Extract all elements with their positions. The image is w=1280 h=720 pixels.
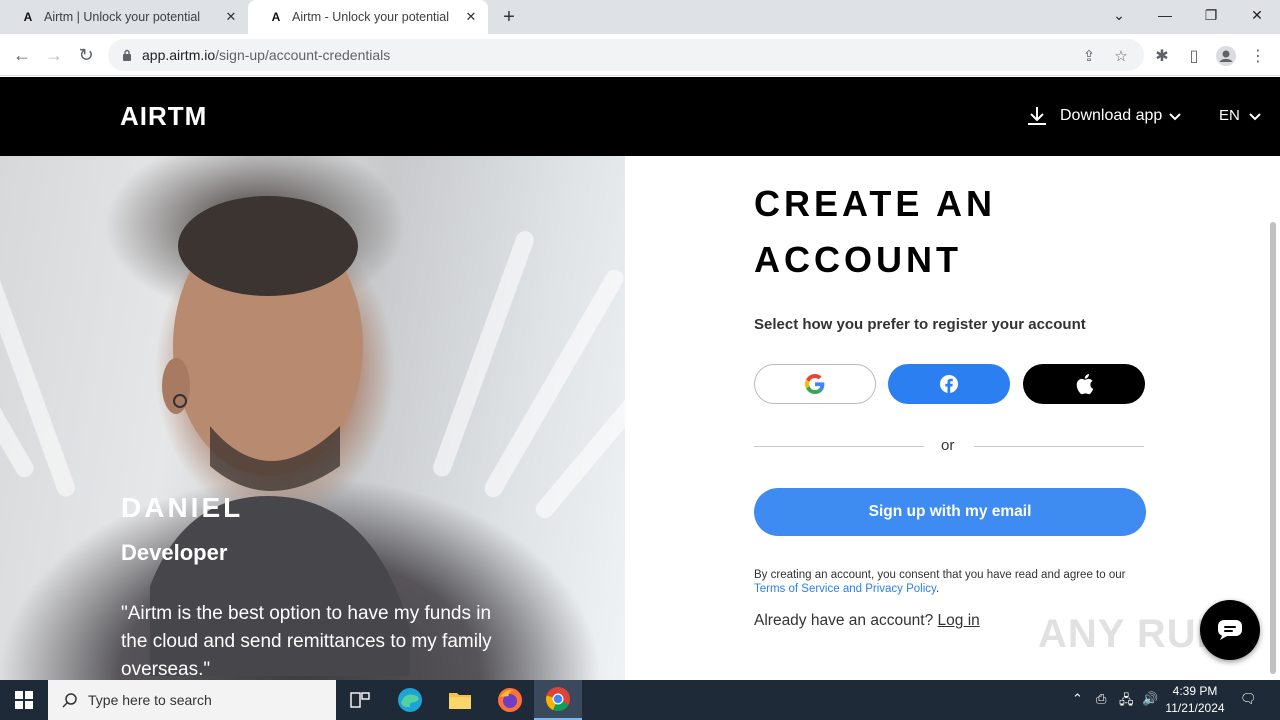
testimonial-quote: "Airtm is the best option to have my fun… (121, 603, 492, 680)
download-icon (1028, 107, 1046, 125)
login-prompt: Already have an account? (754, 612, 934, 629)
bookmark-star-icon[interactable]: ☆ (1112, 47, 1130, 65)
terms-privacy-link[interactable]: Terms of Service and Privacy Policy (754, 583, 936, 595)
divider-text: or (941, 437, 955, 454)
notifications-icon[interactable]: 🗨 (1240, 691, 1257, 707)
apple-icon (1076, 374, 1094, 395)
task-view-icon[interactable] (336, 680, 384, 720)
back-icon[interactable]: ← (9, 42, 35, 68)
page-title: CREATE AN ACCOUNT (754, 183, 996, 280)
consent-prefix: By creating an account, you consent that… (754, 569, 1126, 581)
minimize-button[interactable]: — (1142, 0, 1188, 30)
side-panel-icon[interactable]: ▯ (1184, 46, 1204, 66)
chat-support-button[interactable] (1200, 600, 1260, 660)
tray-device-icon[interactable]: ⎙ (1096, 691, 1106, 707)
extensions-icon[interactable]: ✱ (1152, 46, 1172, 66)
chat-bubble-icon (1218, 620, 1242, 640)
login-link[interactable]: Log in (938, 612, 980, 629)
address-bar[interactable]: app.airtm.io/sign-up/account-credentials… (108, 39, 1144, 71)
url-domain: app.airtm.io (142, 47, 216, 63)
testimonial-role: Developer (121, 540, 228, 565)
forward-icon[interactable]: → (41, 42, 67, 68)
tab-title: Airtm - Unlock your potential (292, 10, 450, 24)
windows-taskbar: Type here to search ⌃ ⎙ 🖧 🔊 4:39 PM 11/2… (0, 680, 1280, 720)
chevron-down-icon (1249, 112, 1261, 120)
page-scrollbar[interactable] (1270, 222, 1276, 674)
edge-icon[interactable] (386, 680, 434, 720)
airtm-favicon-icon: A (271, 10, 281, 24)
language-label: EN (1219, 107, 1240, 124)
volume-icon[interactable]: 🔊 (1142, 691, 1158, 707)
facebook-icon (940, 375, 958, 393)
tab-airtm-1[interactable]: A Airtm | Unlock your potential ✕ (0, 0, 248, 34)
or-divider: or (754, 436, 1146, 456)
taskbar-search[interactable]: Type here to search (48, 680, 336, 720)
profile-avatar-icon[interactable] (1216, 46, 1236, 66)
tray-overflow-icon[interactable]: ⌃ (1072, 691, 1083, 707)
chevron-down-icon (1169, 113, 1182, 121)
download-app-menu[interactable]: Download app (1026, 105, 1194, 127)
tab-search-chevron-icon[interactable]: ⌄ (1096, 0, 1142, 30)
tab-strip: A Airtm | Unlock your potential ✕ A Airt… (0, 0, 1280, 34)
signup-email-button[interactable]: Sign up with my email (754, 488, 1146, 536)
file-explorer-icon[interactable] (436, 680, 484, 720)
search-icon (62, 693, 77, 708)
url-path: /sign-up/account-credentials (215, 47, 391, 63)
divider-line (754, 446, 924, 447)
airtm-logo[interactable]: AIRTM (120, 101, 207, 132)
start-button[interactable] (0, 680, 48, 720)
clock-date: 11/21/2024 (1165, 701, 1225, 715)
google-icon (805, 374, 825, 394)
download-app-label: Download app (1060, 107, 1163, 124)
menu-kebab-icon[interactable]: ⋮ (1248, 46, 1268, 66)
share-icon[interactable]: ⇪ (1080, 47, 1098, 65)
airtm-favicon-icon: A (23, 10, 33, 24)
hero-testimonial: DANIEL Developer "Airtm is the best opti… (0, 156, 625, 680)
login-row: Already have an account? Log in (754, 612, 980, 630)
signup-panel: CREATE AN ACCOUNT Select how you prefer … (625, 156, 1280, 680)
facebook-signup-button[interactable] (888, 364, 1010, 404)
clock-time: 4:39 PM (1172, 684, 1218, 698)
search-placeholder: Type here to search (88, 692, 212, 708)
consent-text: By creating an account, you consent that… (754, 568, 1154, 596)
tab-airtm-2[interactable]: A Airtm - Unlock your potential ✕ (248, 0, 488, 34)
firefox-icon[interactable] (486, 680, 534, 720)
consent-suffix: . (935, 583, 940, 595)
google-signup-button[interactable] (754, 364, 876, 404)
divider-line (974, 446, 1144, 447)
chrome-icon[interactable] (534, 680, 582, 720)
tab-title: Airtm | Unlock your potential (44, 10, 201, 24)
testimonial-name: DANIEL (121, 492, 244, 523)
lock-icon (123, 49, 131, 61)
close-tab-icon[interactable]: ✕ (464, 10, 478, 24)
site-header: AIRTM Download app EN (0, 77, 1280, 156)
new-tab-button[interactable]: + (498, 6, 520, 28)
restore-button[interactable]: ❐ (1188, 0, 1234, 30)
reload-icon[interactable]: ↻ (73, 42, 99, 68)
taskbar-clock[interactable]: 4:39 PM 11/21/2024 (1160, 683, 1230, 717)
close-window-button[interactable]: ✕ (1234, 0, 1280, 30)
close-tab-icon[interactable]: ✕ (224, 10, 238, 24)
network-icon[interactable]: 🖧 (1119, 691, 1134, 713)
browser-toolbar: ← → ↻ app.airtm.io/sign-up/account-crede… (0, 34, 1280, 76)
register-subtitle: Select how you prefer to register your a… (754, 316, 1086, 333)
anyrun-watermark: ANY RUN (1038, 612, 1227, 656)
apple-signup-button[interactable] (1023, 364, 1145, 404)
windows-logo-icon (15, 691, 33, 709)
language-selector[interactable]: EN (1219, 107, 1262, 124)
